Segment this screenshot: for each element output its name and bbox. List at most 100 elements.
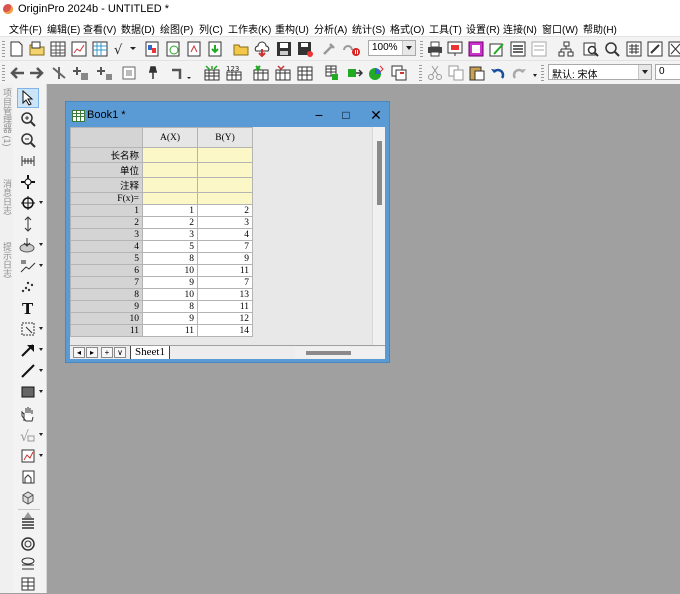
cell-b[interactable]: 11	[198, 265, 253, 277]
close-all-icon[interactable]	[666, 40, 680, 57]
grid-corner[interactable]	[71, 128, 143, 148]
sheet-tab-sheet1[interactable]: Sheet1	[130, 346, 170, 359]
print-icon[interactable]	[426, 40, 443, 57]
paste-icon[interactable]	[468, 64, 485, 81]
zoom-in-icon[interactable]	[17, 109, 39, 129]
cell-formula-b[interactable]	[198, 193, 253, 205]
move-worksheet-icon[interactable]	[346, 64, 363, 81]
cell-b[interactable]: 2	[198, 205, 253, 217]
delete-column-icon[interactable]	[50, 64, 67, 81]
menu-settings[interactable]: 设置(R)	[466, 21, 500, 36]
workbook-title-bar[interactable]: Book1 * − □ ✕	[66, 102, 389, 128]
function-plot-icon[interactable]: √	[112, 40, 138, 57]
toolbar-grip[interactable]	[2, 41, 5, 57]
copy-icon[interactable]	[447, 64, 464, 81]
chevron-down-icon[interactable]	[39, 348, 43, 351]
stop-recalc-icon[interactable]	[341, 40, 363, 57]
zoom-out-icon[interactable]	[17, 130, 39, 150]
fill-column-icon[interactable]	[203, 64, 220, 81]
results-log-icon[interactable]	[509, 40, 526, 57]
cell-comments-b[interactable]	[198, 178, 253, 193]
chevron-down-icon[interactable]	[402, 41, 415, 55]
new-function-icon[interactable]	[185, 40, 202, 57]
arrow-tool-icon[interactable]	[17, 340, 39, 360]
open-cloud-icon[interactable]	[253, 40, 270, 57]
row-header[interactable]: 8	[71, 289, 143, 301]
horizontal-scrollbar[interactable]	[295, 347, 385, 358]
layer-list-icon[interactable]	[17, 514, 39, 534]
new-layout-icon[interactable]	[143, 40, 160, 57]
merge-graph-icon[interactable]	[17, 574, 39, 594]
chevron-down-icon[interactable]	[638, 65, 651, 79]
font-combo[interactable]: 默认: 宋体	[548, 64, 652, 80]
chevron-down-icon[interactable]	[39, 327, 43, 330]
menu-plot[interactable]: 绘图(P)	[160, 21, 193, 36]
menu-connectivity[interactable]: 连接(N)	[503, 21, 537, 36]
menu-file[interactable]: 文件(F)	[9, 21, 42, 36]
chevron-down-icon[interactable]	[39, 201, 43, 204]
menu-edit[interactable]: 编辑(E)	[47, 21, 80, 36]
prev-sheet-button[interactable]: ◂	[73, 347, 85, 358]
cell-formula-a[interactable]	[143, 193, 198, 205]
cell-units-b[interactable]	[198, 163, 253, 178]
save-project-icon[interactable]	[275, 40, 292, 57]
zoom-combo[interactable]: 100%	[368, 40, 416, 56]
cell-b[interactable]: 12	[198, 313, 253, 325]
menu-reshape[interactable]: 重构(U)	[275, 21, 309, 36]
move-left-icon[interactable]	[8, 64, 25, 81]
open-icon[interactable]	[232, 40, 249, 57]
draw-data-icon[interactable]	[17, 277, 39, 297]
cell-a[interactable]: 8	[143, 301, 198, 313]
find-icon[interactable]	[582, 40, 599, 57]
cell-b[interactable]: 3	[198, 217, 253, 229]
new-graph-icon[interactable]	[70, 40, 87, 57]
row-header[interactable]: 1	[71, 205, 143, 217]
cell-units-a[interactable]	[143, 163, 198, 178]
cell-a[interactable]: 2	[143, 217, 198, 229]
cell-b[interactable]: 9	[198, 253, 253, 265]
3d-rotate-icon[interactable]	[17, 488, 39, 508]
project-explorer-icon[interactable]	[557, 40, 574, 57]
menu-analysis[interactable]: 分析(A)	[314, 21, 347, 36]
cut-icon[interactable]	[426, 64, 443, 81]
stack-columns-icon[interactable]	[390, 64, 412, 81]
calculator-icon[interactable]	[625, 40, 642, 57]
layer-stack-icon[interactable]	[17, 554, 39, 574]
command-window-icon[interactable]	[530, 40, 547, 57]
font-size-combo[interactable]: 0	[655, 64, 680, 80]
toolbar-grip[interactable]	[541, 65, 544, 81]
region-icon[interactable]	[17, 319, 39, 339]
menu-view[interactable]: 查看(V)	[83, 21, 116, 36]
close-button[interactable]: ✕	[365, 106, 387, 124]
cell-b[interactable]: 13	[198, 289, 253, 301]
sheet-list-button[interactable]: ∨	[114, 347, 126, 358]
cell-long-name-a[interactable]	[143, 148, 198, 163]
cell-a[interactable]: 3	[143, 229, 198, 241]
cell-a[interactable]: 8	[143, 253, 198, 265]
duplicate-icon[interactable]	[467, 40, 484, 57]
undo-icon[interactable]	[489, 64, 506, 81]
label-row-long-name[interactable]: 长名称	[71, 148, 143, 163]
chevron-down-icon[interactable]	[39, 369, 43, 372]
vertical-scroll-thumb[interactable]	[377, 141, 382, 205]
menu-worksheet[interactable]: 工作表(K)	[228, 21, 271, 36]
edit-notes-icon[interactable]	[646, 40, 663, 57]
toolbar-grip[interactable]	[420, 41, 423, 57]
label-row-units[interactable]: 单位	[71, 163, 143, 178]
add-column-icon[interactable]	[72, 64, 89, 81]
set-xy-icon[interactable]	[252, 64, 269, 81]
tab-project-explorer[interactable]: 项目管理器 (1)	[1, 88, 12, 147]
tab-hints-log[interactable]: 提示日志	[1, 242, 12, 278]
data-reader-icon[interactable]	[17, 193, 39, 213]
undo-arrow-icon[interactable]	[168, 64, 194, 81]
import-wizard-icon[interactable]	[206, 40, 223, 57]
line-tool-icon[interactable]	[17, 361, 39, 381]
cell-a[interactable]: 1	[143, 205, 198, 217]
pointer-icon[interactable]	[17, 88, 39, 108]
split-workbook-icon[interactable]	[367, 64, 384, 81]
column-header-a[interactable]: A(X)	[143, 128, 198, 148]
minimize-button[interactable]: −	[308, 106, 330, 124]
menu-data[interactable]: 数据(D)	[121, 21, 155, 36]
scale-icon[interactable]	[17, 151, 39, 171]
row-header[interactable]: 3	[71, 229, 143, 241]
